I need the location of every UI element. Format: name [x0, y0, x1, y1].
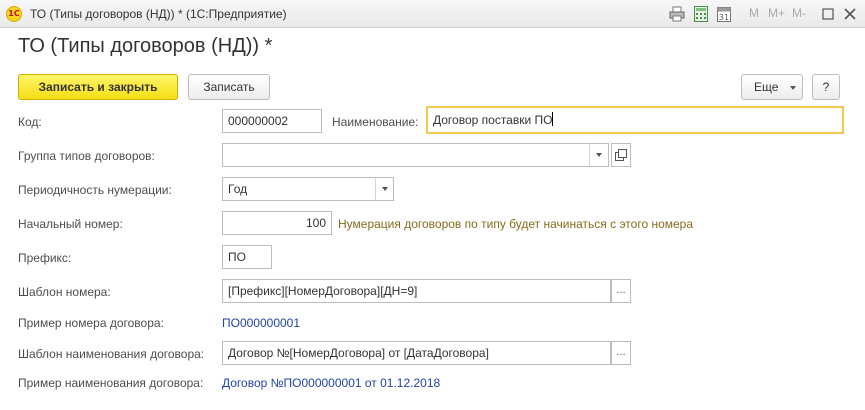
dropdown-icon[interactable]	[589, 143, 609, 167]
more-button[interactable]: Еще	[741, 74, 803, 100]
close-icon[interactable]	[844, 6, 856, 22]
form-title: ТО (Типы договоров (НД)) *	[18, 35, 273, 57]
group-label: Группа типов договоров:	[18, 149, 155, 163]
chevron-down-icon[interactable]	[375, 178, 393, 200]
start-number-hint: Нумерация договоров по типу будет начина…	[338, 217, 694, 231]
name-label: Наименование:	[332, 115, 419, 129]
name-input[interactable]: Договор поставки ПО	[426, 106, 844, 134]
number-template-input[interactable]: [Префикс][НомерДоговора][ДН=9]	[222, 279, 611, 303]
prefix-label: Префикс:	[18, 251, 72, 265]
number-example-label: Пример номера договора:	[18, 316, 164, 330]
window-titlebar: 1С ТО (Типы договоров (НД)) * (1С:Предпр…	[0, 0, 865, 28]
number-template-label: Шаблон номера:	[18, 285, 111, 299]
maximize-icon[interactable]	[822, 6, 834, 22]
open-icon[interactable]	[611, 143, 631, 167]
name-example-value: Договор №ПО000000001 от 01.12.2018	[222, 376, 441, 390]
memory-button[interactable]: M	[749, 6, 759, 20]
name-example-label: Пример наименования договора:	[18, 376, 204, 390]
periodicity-value: Год	[228, 182, 248, 196]
start-number-label: Начальный номер:	[18, 217, 123, 231]
print-icon[interactable]	[669, 6, 685, 22]
ellipsis-icon[interactable]: ...	[611, 279, 631, 303]
memory-subtract-button[interactable]: M-	[792, 6, 806, 20]
window-title: ТО (Типы договоров (НД)) * (1С:Предприят…	[30, 7, 287, 21]
periodicity-select[interactable]: Год	[222, 177, 394, 201]
text-caret	[552, 112, 554, 126]
group-input[interactable]	[222, 143, 609, 167]
number-example-value: ПО000000001	[222, 316, 301, 330]
prefix-input[interactable]: ПО	[222, 245, 272, 269]
code-input[interactable]: 000000002	[222, 109, 322, 133]
periodicity-label: Периодичность нумерации:	[18, 183, 172, 197]
svg-text:31: 31	[719, 13, 729, 22]
memory-add-button[interactable]: M+	[768, 6, 785, 20]
name-template-input[interactable]: Договор №[НомерДоговора] от [ДатаДоговор…	[222, 341, 611, 365]
ellipsis-icon[interactable]: ...	[611, 341, 631, 365]
start-number-input[interactable]: 100	[222, 211, 332, 235]
save-button[interactable]: Записать	[188, 74, 270, 100]
name-input-value: Договор поставки ПО	[433, 113, 553, 127]
app-logo-icon: 1С	[6, 6, 22, 22]
name-template-label: Шаблон наименования договора:	[18, 347, 205, 361]
save-and-close-button[interactable]: Записать и закрыть	[18, 74, 178, 100]
chevron-down-icon	[790, 86, 796, 90]
calculator-icon[interactable]	[694, 6, 708, 22]
help-button[interactable]: ?	[812, 74, 840, 100]
code-label: Код:	[18, 115, 42, 129]
calendar-icon[interactable]: 31	[717, 6, 731, 22]
more-button-label: Еще	[754, 80, 779, 94]
